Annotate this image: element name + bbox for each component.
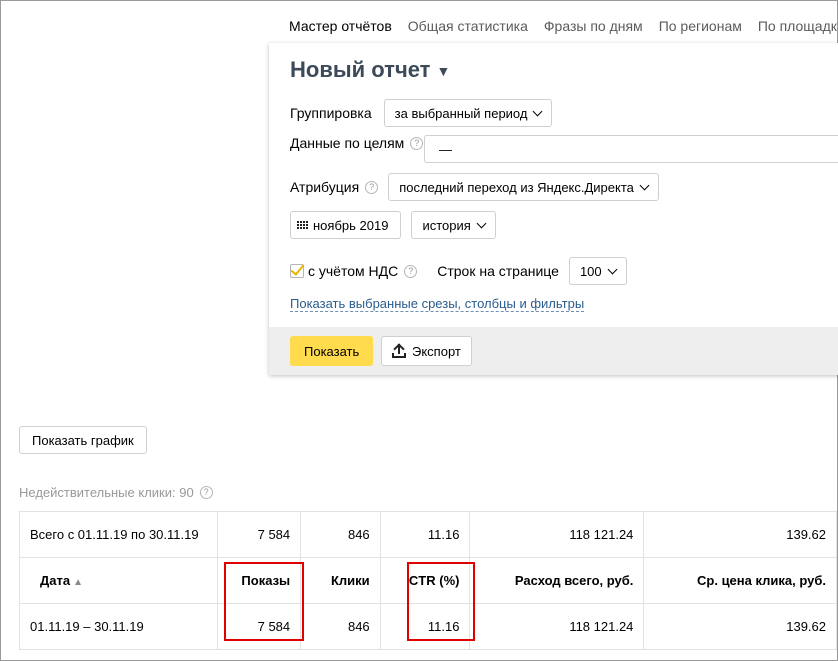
show-button[interactable]: Показать	[290, 336, 374, 366]
calendar-icon	[297, 221, 308, 229]
total-period-cell: Всего с 01.11.19 по 30.11.19	[18, 511, 219, 558]
report-settings-panel: Новый отчет ▼ Группировка за выбранный пе…	[269, 43, 838, 375]
chevron-down-icon	[607, 264, 618, 274]
tab-report-wizard[interactable]: Мастер отчётов	[289, 17, 400, 45]
avg-cpc-cell: 139.62	[643, 603, 837, 650]
grouping-row: Группировка за выбранный период	[290, 99, 553, 127]
export-label: Экспорт	[412, 343, 461, 359]
triangle-down-icon: ▼	[436, 63, 451, 80]
vat-checkbox[interactable]	[290, 264, 304, 278]
history-select[interactable]: история	[411, 211, 496, 239]
show-graph-button[interactable]: Показать график	[19, 426, 147, 454]
goals-label: Данные по целям	[290, 135, 405, 151]
date-header-label: Дата	[40, 573, 71, 588]
total-avg-cpc-cell: 139.62	[643, 511, 837, 558]
impressions-highlight	[224, 562, 304, 641]
sort-up-icon: ▲	[73, 577, 83, 588]
goals-value: —	[439, 141, 452, 157]
vat-label: с учётом НДС	[308, 263, 399, 279]
grouping-label: Группировка	[290, 105, 372, 121]
date-column-header[interactable]: Дата ▲	[18, 557, 219, 604]
total-ctr-cell: 11.16	[379, 511, 471, 558]
report-title-dropdown[interactable]: Новый отчет ▼	[290, 57, 450, 83]
cost-cell: 118 121.24	[469, 603, 645, 650]
rows-per-page-select[interactable]: 100	[568, 257, 627, 285]
chevron-down-icon	[639, 180, 650, 190]
total-clicks-cell: 846	[300, 511, 381, 558]
avg-cpc-column-header[interactable]: Ср. цена клика, руб.	[643, 557, 837, 604]
clicks-column-header[interactable]: Клики	[300, 557, 381, 604]
attribution-row: Атрибуция ? последний переход из Яндекс.…	[290, 173, 659, 201]
total-cost-cell: 118 121.24	[469, 511, 645, 558]
ctr-highlight	[407, 562, 475, 641]
report-title: Новый отчет	[290, 57, 431, 82]
clicks-cell: 846	[300, 603, 381, 650]
attribution-select[interactable]: последний переход из Яндекс.Директа	[388, 173, 659, 201]
attribution-label: Атрибуция	[290, 179, 360, 195]
rows-per-page-label: Строк на странице	[437, 263, 559, 279]
show-slices-link[interactable]: Показать выбранные срезы, столбцы и филь…	[290, 296, 585, 312]
goals-row: Данные по целям ?	[290, 135, 424, 151]
history-value: история	[422, 217, 471, 233]
help-icon[interactable]: ?	[404, 264, 418, 278]
tab-by-region[interactable]: По регионам	[651, 17, 750, 45]
tab-by-site[interactable]: По площадкам	[750, 17, 838, 45]
help-icon[interactable]: ?	[199, 486, 213, 499]
attribution-value: последний переход из Яндекс.Директа	[399, 179, 634, 195]
chevron-down-icon	[476, 218, 487, 228]
date-cell: 01.11.19 – 30.11.19	[18, 603, 219, 650]
options-row: с учётом НДС ? Строк на странице 100	[290, 257, 627, 285]
export-button[interactable]: Экспорт	[381, 336, 472, 366]
tab-general-stats[interactable]: Общая статистика	[400, 17, 536, 45]
upload-icon	[392, 344, 406, 358]
panel-footer: Показать Экспорт	[269, 327, 838, 375]
help-icon[interactable]: ?	[410, 136, 424, 150]
grouping-select[interactable]: за выбранный период	[383, 99, 553, 127]
chevron-down-icon	[533, 106, 543, 116]
period-value: ноябрь 2019	[313, 217, 389, 233]
rows-per-page-value: 100	[579, 263, 602, 279]
period-row: ноябрь 2019 история	[290, 211, 496, 239]
report-tabs: Мастер отчётов Общая статистика Фразы по…	[289, 17, 838, 45]
goals-field[interactable]: —	[424, 135, 838, 163]
help-icon[interactable]: ?	[365, 180, 379, 194]
cost-column-header[interactable]: Расход всего, руб.	[469, 557, 645, 604]
total-row: Всего с 01.11.19 по 30.11.19 7 584 846 1…	[18, 511, 837, 558]
invalid-clicks-text: Недействительные клики: 90	[19, 485, 194, 500]
slices-link-row: Показать выбранные срезы, столбцы и филь…	[290, 296, 585, 312]
grouping-value: за выбранный период	[394, 105, 528, 121]
invalid-clicks: Недействительные клики: 90 ?	[19, 485, 213, 500]
period-picker[interactable]: ноябрь 2019	[290, 211, 402, 239]
tab-phrases-by-day[interactable]: Фразы по дням	[536, 17, 651, 45]
total-impressions-cell: 7 584	[217, 511, 302, 558]
